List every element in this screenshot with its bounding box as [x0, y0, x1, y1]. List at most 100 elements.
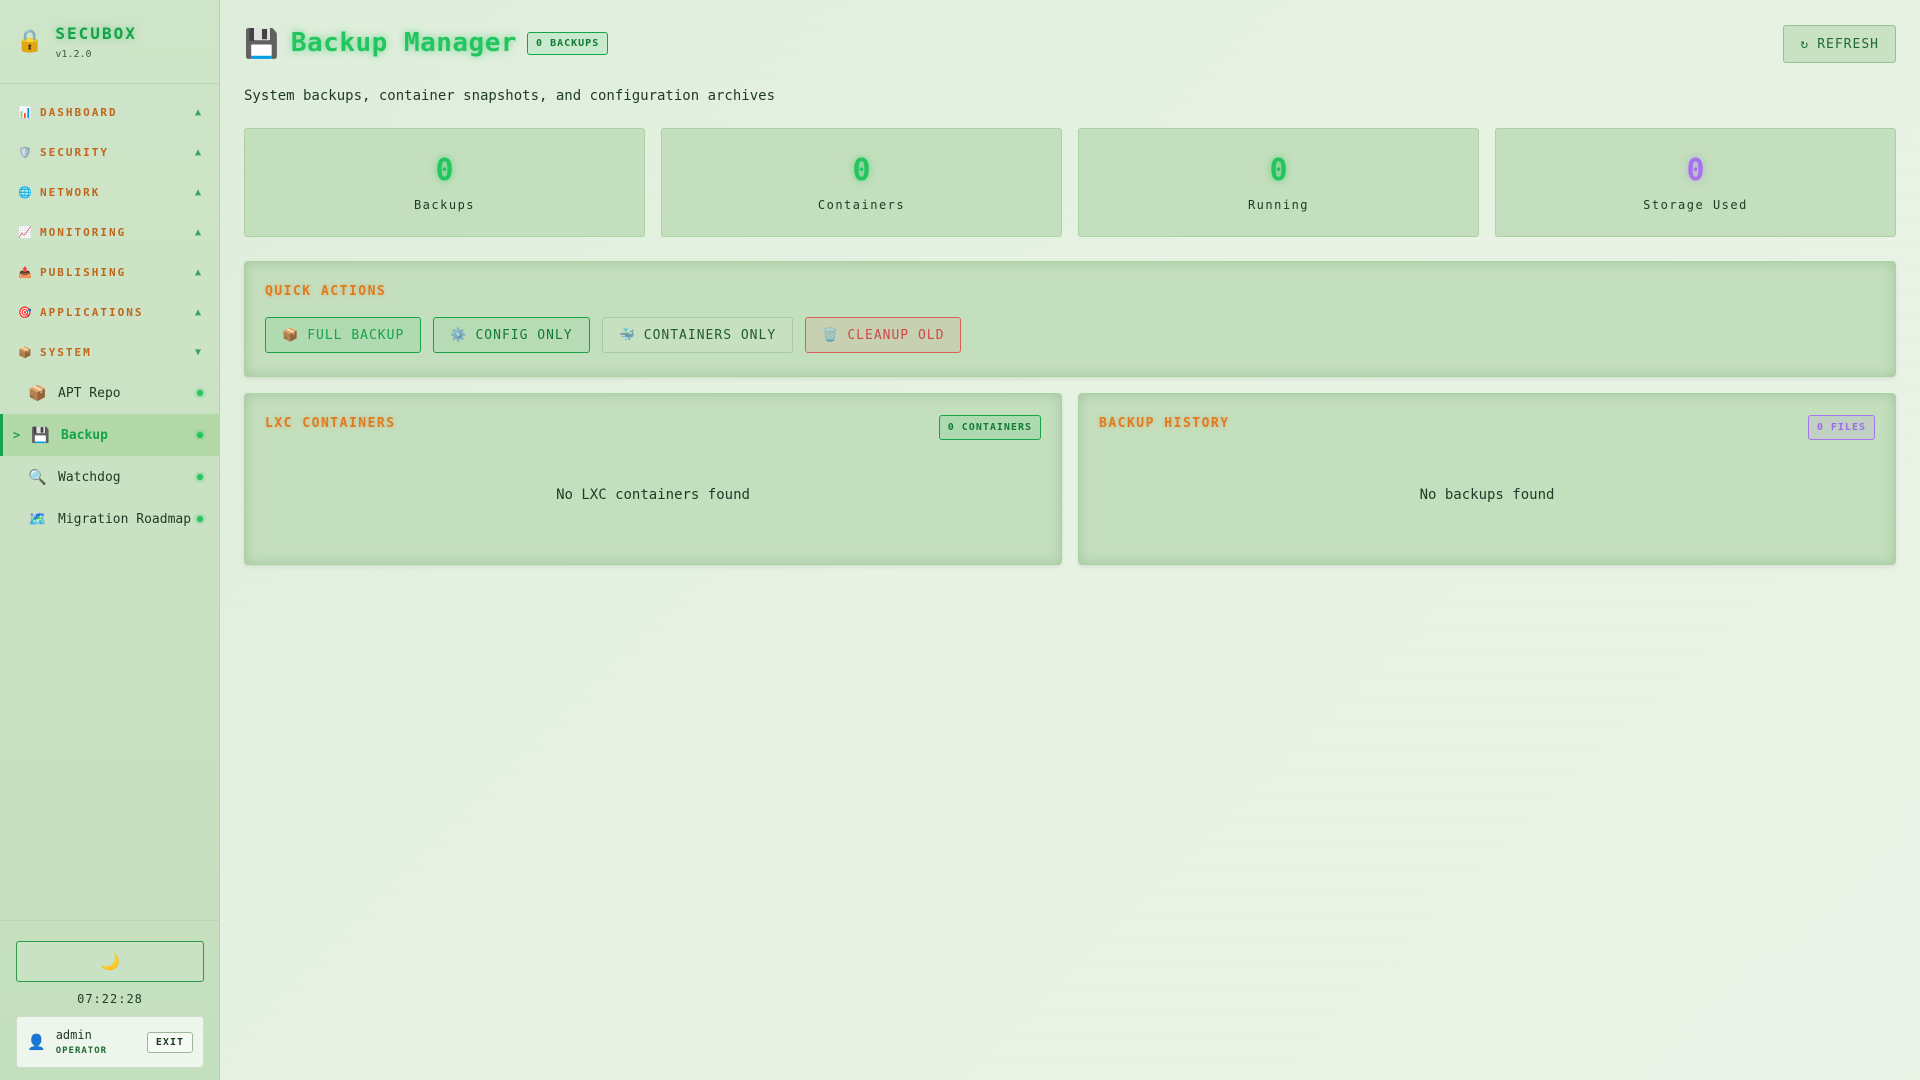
nav-section-system[interactable]: 📦 SYSTEM ▼ — [0, 332, 219, 372]
brand: 🔒 SECUBOX v1.2.0 — [0, 0, 219, 84]
page-title: Backup Manager — [290, 28, 518, 58]
containers-count-badge: 0 CONTAINERS — [938, 415, 1041, 440]
nav-section-dashboard[interactable]: 📊 DASHBOARD ▲ — [0, 92, 219, 132]
button-label: FULL BACKUP — [307, 327, 405, 343]
cleanup-old-button[interactable]: 🗑️ CLEANUP OLD — [805, 317, 962, 353]
nav-section-monitoring[interactable]: 📈 MONITORING ▲ — [0, 212, 219, 252]
package-icon: 📦 — [282, 327, 300, 343]
full-backup-button[interactable]: 📦 FULL BACKUP — [265, 317, 422, 353]
page-subtitle: System backups, container snapshots, and… — [244, 88, 776, 104]
sidebar-item-label: Backup — [61, 427, 108, 443]
shield-icon: 🛡️ — [18, 145, 34, 159]
sidebar: 🔒 SECUBOX v1.2.0 📊 DASHBOARD ▲ 🛡️ SECURI… — [0, 0, 220, 1080]
refresh-button[interactable]: ↻ REFRESH — [1783, 25, 1896, 63]
refresh-icon: ↻ — [1800, 36, 1810, 52]
nav-section-network[interactable]: 🌐 NETWORK ▲ — [0, 172, 219, 212]
map-icon: 🗺️ — [28, 510, 47, 528]
sidebar-item-watchdog[interactable]: 🔍 Watchdog — [0, 456, 219, 498]
stat-card-storage-used: 0 Storage Used — [1495, 128, 1896, 237]
exit-button[interactable]: EXIT — [146, 1031, 193, 1053]
theme-toggle-button[interactable]: 🌙 — [16, 941, 204, 982]
config-only-button[interactable]: ⚙️ CONFIG ONLY — [433, 317, 590, 353]
user-card: 👤 admin OPERATOR EXIT — [16, 1016, 204, 1068]
status-dot — [197, 390, 203, 396]
target-icon: 🎯 — [18, 305, 34, 319]
user-role: OPERATOR — [55, 1046, 108, 1056]
refresh-label: REFRESH — [1817, 36, 1879, 52]
stat-value: 0 — [1269, 153, 1288, 188]
nav: 📊 DASHBOARD ▲ 🛡️ SECURITY ▲ 🌐 NETWORK ▲ … — [0, 84, 219, 540]
stat-card-backups: 0 Backups — [244, 128, 645, 237]
nav-section-label: PUBLISHING — [40, 265, 127, 279]
quick-actions-panel: QUICK ACTIONS 📦 FULL BACKUP ⚙️ CONFIG ON… — [244, 261, 1896, 377]
status-dot — [197, 432, 203, 438]
nav-section-publishing[interactable]: 📤 PUBLISHING ▲ — [0, 252, 219, 292]
sidebar-item-apt-repo[interactable]: 📦 APT Repo — [0, 372, 219, 414]
lxc-empty-message: No LXC containers found — [556, 487, 750, 503]
stat-value: 0 — [852, 153, 871, 188]
chevron-up-icon: ▲ — [194, 106, 203, 118]
status-dot — [197, 516, 203, 522]
sidebar-item-label: Watchdog — [58, 469, 121, 485]
nav-section-label: MONITORING — [40, 225, 127, 239]
stats-row: 0 Backups 0 Containers 0 Running 0 Stora… — [244, 128, 1896, 237]
floppy-disk-icon: 💾 — [244, 26, 279, 60]
moon-icon: 🌙 — [100, 952, 120, 971]
chevron-up-icon: ▲ — [194, 266, 203, 278]
panels-row: LXC CONTAINERS 0 CONTAINERS No LXC conta… — [244, 393, 1896, 565]
chevron-up-icon: ▲ — [194, 186, 203, 198]
sidebar-item-label: APT Repo — [58, 385, 121, 401]
quick-actions-title: QUICK ACTIONS — [265, 284, 387, 299]
main-content: 💾 Backup Manager 0 BACKUPS ↻ REFRESH Sys… — [244, 0, 1896, 565]
user-name: admin — [55, 1028, 92, 1042]
sidebar-item-label: Migration Roadmap — [58, 511, 192, 527]
stat-label: Running — [1247, 198, 1310, 212]
page-header: 💾 Backup Manager 0 BACKUPS ↻ REFRESH — [244, 0, 1896, 86]
floppy-disk-icon: 💾 — [31, 426, 50, 444]
chart-icon: 📊 — [18, 105, 34, 119]
status-dot — [197, 474, 203, 480]
nav-section-label: DASHBOARD — [40, 105, 118, 119]
containers-only-button[interactable]: 🐳 CONTAINERS ONLY — [601, 317, 794, 353]
package-icon: 📦 — [28, 384, 47, 402]
chevron-up-icon: ▲ — [194, 226, 203, 238]
trash-icon: 🗑️ — [822, 327, 840, 343]
brand-version: v1.2.0 — [55, 48, 92, 60]
nav-section-security[interactable]: 🛡️ SECURITY ▲ — [0, 132, 219, 172]
nav-section-applications[interactable]: 🎯 APPLICATIONS ▲ — [0, 292, 219, 332]
sidebar-item-backup[interactable]: > 💾 Backup — [0, 414, 219, 456]
stat-card-containers: 0 Containers — [661, 128, 1062, 237]
lxc-containers-title: LXC CONTAINERS — [265, 416, 396, 431]
backup-history-panel: BACKUP HISTORY 0 FILES No backups found — [1078, 393, 1896, 565]
sidebar-footer: 🌙 07:22:28 👤 admin OPERATOR EXIT — [0, 920, 220, 1080]
history-empty-message: No backups found — [1419, 487, 1555, 503]
stat-label: Containers — [817, 198, 906, 212]
chevron-up-icon: ▲ — [194, 146, 203, 158]
clock: 07:22:28 — [77, 992, 143, 1006]
stat-label: Backups — [413, 198, 476, 212]
chevron-up-icon: ▲ — [194, 306, 203, 318]
outbox-icon: 📤 — [18, 265, 34, 279]
globe-icon: 🌐 — [18, 185, 34, 199]
backups-count-badge: 0 BACKUPS — [527, 31, 609, 55]
stat-label: Storage Used — [1643, 198, 1748, 212]
brand-name: SECUBOX — [55, 23, 137, 43]
stat-value: 0 — [435, 153, 454, 188]
stat-value: 0 — [1686, 153, 1705, 188]
button-label: CONFIG ONLY — [475, 327, 573, 343]
lock-icon: 🔒 — [16, 29, 44, 54]
nav-section-label: SYSTEM — [40, 345, 92, 359]
trend-icon: 📈 — [18, 225, 34, 239]
nav-section-label: SECURITY — [40, 145, 109, 159]
active-caret-icon: > — [13, 428, 21, 442]
package-icon: 📦 — [18, 345, 34, 359]
lxc-containers-panel: LXC CONTAINERS 0 CONTAINERS No LXC conta… — [244, 393, 1062, 565]
backup-history-title: BACKUP HISTORY — [1099, 416, 1230, 431]
chevron-down-icon: ▼ — [194, 346, 203, 358]
sidebar-item-migration-roadmap[interactable]: 🗺️ Migration Roadmap — [0, 498, 219, 540]
whale-icon: 🐳 — [618, 327, 636, 343]
gear-icon: ⚙️ — [450, 327, 468, 343]
stat-card-running: 0 Running — [1078, 128, 1479, 237]
nav-section-label: NETWORK — [40, 185, 101, 199]
button-label: CLEANUP OLD — [847, 327, 945, 343]
